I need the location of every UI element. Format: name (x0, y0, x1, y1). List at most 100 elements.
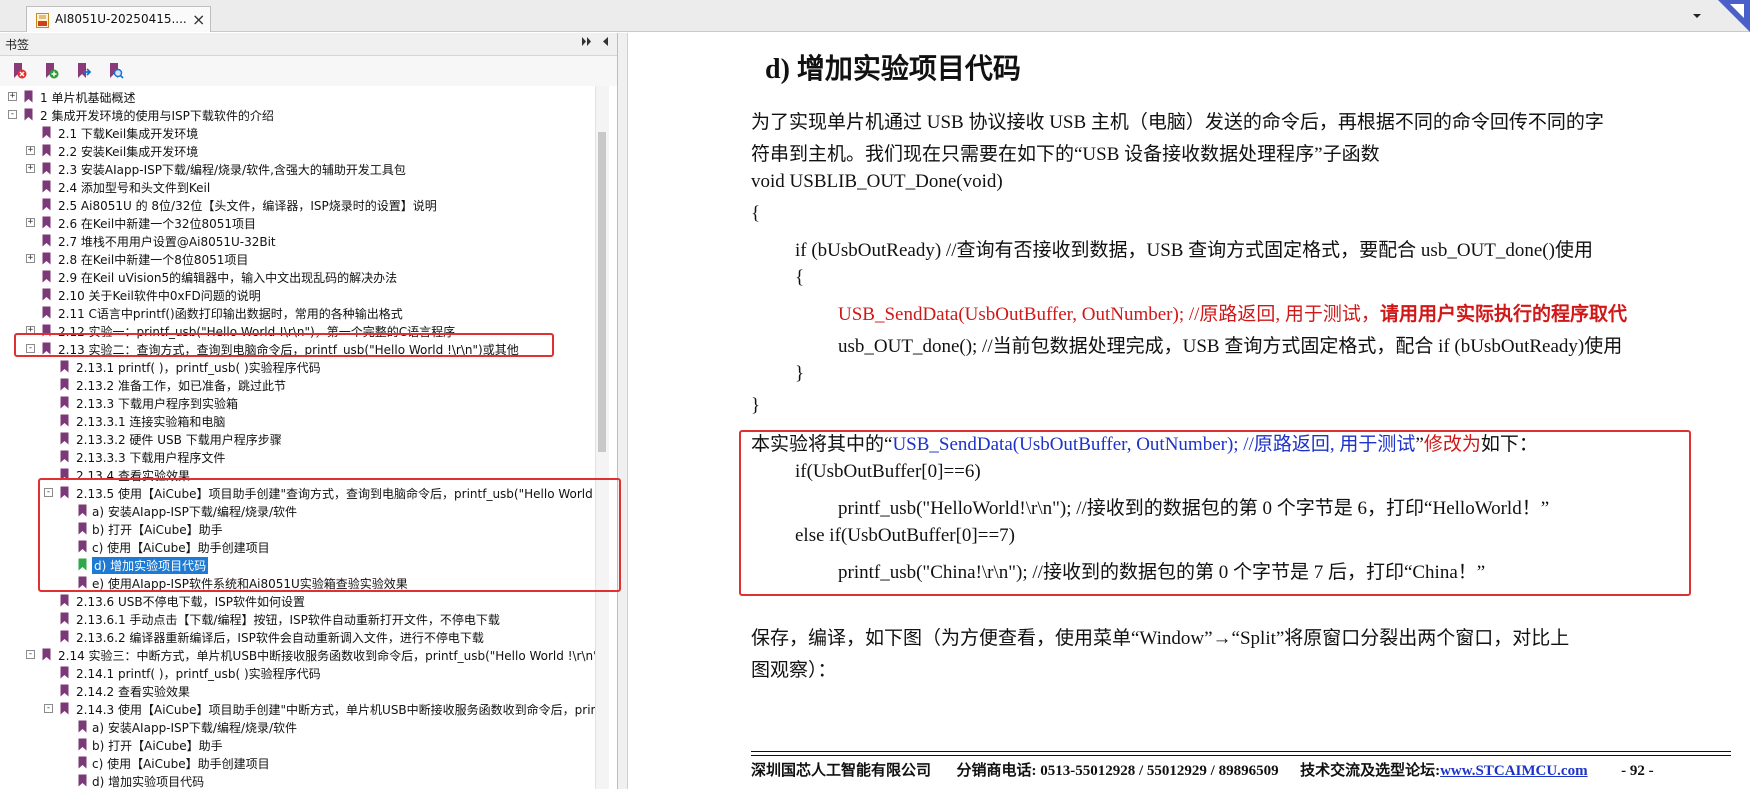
tree-scrollbar[interactable] (595, 86, 609, 789)
bookmark-item[interactable]: c) 使用【AiCube】助手创建项目 (0, 538, 600, 556)
bookmark-item[interactable]: 2.13.6 USB不停电下载，ISP软件如何设置 (0, 592, 600, 610)
bookmark-label[interactable]: c) 使用【AiCube】助手创建项目 (92, 539, 270, 556)
bookmark-label[interactable]: 2.13.2 准备工作，如已准备，跳过此节 (76, 377, 286, 394)
find-bookmark-icon[interactable] (106, 62, 124, 80)
bookmark-item[interactable]: - 2.14 实验三：中断方式，单片机USB中断接收服务函数收到命令后，print… (0, 646, 603, 664)
bookmark-label[interactable]: c) 使用【AiCube】助手创建项目 (92, 755, 270, 772)
bookmark-item[interactable]: 2.5 Ai8051U 的 8位/32位【头文件，编译器，ISP烧录时的设置】说… (0, 196, 600, 214)
expand-toggle[interactable]: + (8, 92, 17, 101)
bookmark-item[interactable]: 2.13.3.3 下载用户程序文件 (0, 448, 600, 466)
expand-toggle[interactable]: + (26, 326, 35, 335)
pane-splitter[interactable] (618, 33, 628, 789)
bookmark-label[interactable]: e) 使用AIapp-ISP软件系统和Ai8051U实验箱查验实验效果 (92, 575, 408, 592)
bookmark-label[interactable]: 1 单片机基础概述 (40, 89, 135, 106)
bookmark-item[interactable]: b) 打开【AiCube】助手 (0, 520, 600, 538)
bookmark-item[interactable]: 2.13.4 查看实验效果 (0, 466, 600, 484)
bookmark-item[interactable]: 2.13.2 准备工作，如已准备，跳过此节 (0, 376, 600, 394)
bookmark-item[interactable]: a) 安装AIapp-ISP下载/编程/烧录/软件 (0, 718, 600, 736)
bookmark-label[interactable]: 2.13.5 使用【AiCube】项目助手创建"查询方式，查询到电脑命令后，pr… (76, 485, 605, 502)
bookmark-label[interactable]: 2.14.2 查看实验效果 (76, 683, 190, 700)
bookmark-label[interactable]: 2.1 下载Keil集成开发环境 (58, 125, 198, 142)
bookmark-item[interactable]: 2.13.6.2 编译器重新编译后，ISP软件会自动重新调入文件，进行不停电下载 (0, 628, 600, 646)
bookmark-item[interactable]: e) 使用AIapp-ISP软件系统和Ai8051U实验箱查验实验效果 (0, 574, 600, 592)
bookmark-item[interactable]: 2.13.3.1 连接实验箱和电脑 (0, 412, 600, 430)
bookmark-item[interactable]: b) 打开【AiCube】助手 (0, 736, 600, 754)
bookmark-label[interactable]: 2.13.3.3 下载用户程序文件 (76, 449, 225, 466)
bookmark-item[interactable]: - 2.13 实验二：查询方式，查询到电脑命令后，printf_usb("Hell… (0, 340, 600, 358)
bookmark-label[interactable]: d) 增加实验项目代码 (92, 557, 209, 574)
bookmark-label[interactable]: 2.9 在Keil uVision5的编辑器中，输入中文出现乱码的解决办法 (58, 269, 397, 286)
bookmark-label[interactable]: 2.13.3 下载用户程序到实验箱 (76, 395, 238, 412)
bookmark-label[interactable]: a) 安装AIapp-ISP下载/编程/烧录/软件 (92, 503, 297, 520)
bookmark-label[interactable]: d) 增加实验项目代码 (92, 773, 204, 789)
collapse-toggle[interactable]: - (26, 650, 35, 659)
bookmark-label[interactable]: 2 集成开发环境的使用与ISP下载软件的介绍 (40, 107, 274, 124)
corner-page-icon[interactable] (1718, 0, 1750, 32)
bookmark-item[interactable]: 2.13.6.1 手动点击【下载/编程】按钮，ISP软件自动重新打开文件，不停电… (0, 610, 600, 628)
bookmark-label[interactable]: 2.14.1 printf( )，printf_usb( )实验程序代码 (76, 665, 321, 682)
go-to-bookmark-icon[interactable] (74, 62, 92, 80)
bookmark-label[interactable]: 2.13.6.2 编译器重新编译后，ISP软件会自动重新调入文件，进行不停电下载 (76, 629, 484, 646)
collapse-toggle[interactable]: - (8, 110, 17, 119)
collapse-toggle[interactable]: - (44, 488, 53, 497)
bookmark-item[interactable]: - 2.14.3 使用【AiCube】项目助手创建"中断方式，单片机USB中断接收… (0, 700, 600, 718)
bookmark-label[interactable]: a) 安装AIapp-ISP下载/编程/烧录/软件 (92, 719, 297, 736)
bookmark-item[interactable]: +2.6 在Keil中新建一个32位8051项目 (0, 214, 600, 232)
expand-toggle[interactable]: + (26, 146, 35, 155)
collapse-toggle[interactable]: - (44, 704, 53, 713)
bookmark-item[interactable]: 2.1 下载Keil集成开发环境 (0, 124, 600, 142)
bookmark-item[interactable]: 2.11 C语言中printf()函数打印输出数据时，常用的各种输出格式 (0, 304, 600, 322)
document-tab[interactable]: AI8051U-20250415.... × (26, 6, 211, 32)
bookmark-item[interactable]: 2.13.3.2 硬件 USB 下载用户程序步骤 (0, 430, 600, 448)
chevron-down-icon[interactable] (1690, 9, 1704, 23)
expand-toggle[interactable]: + (26, 218, 35, 227)
bookmark-label[interactable]: 2.13.6.1 手动点击【下载/编程】按钮，ISP软件自动重新打开文件，不停电… (76, 611, 500, 628)
bookmark-label[interactable]: 2.14.3 使用【AiCube】项目助手创建"中断方式，单片机USB中断接收服… (76, 701, 598, 718)
bookmark-item[interactable]: c) 使用【AiCube】助手创建项目 (0, 754, 600, 772)
bookmark-item[interactable]: - 2.13.5 使用【AiCube】项目助手创建"查询方式，查询到电脑命令后，p… (0, 484, 605, 502)
footer-forum-link[interactable]: www.STCAIMCU.com (1440, 763, 1588, 779)
bookmark-item[interactable]: d) 增加实验项目代码 (0, 772, 600, 789)
expand-toggle[interactable]: + (26, 164, 35, 173)
bookmark-item[interactable]: 2.13.3 下载用户程序到实验箱 (0, 394, 600, 412)
bookmark-item[interactable]: +2.8 在Keil中新建一个8位8051项目 (0, 250, 600, 268)
collapse-toggle[interactable]: - (26, 344, 35, 353)
delete-bookmark-icon[interactable] (10, 62, 28, 80)
bookmark-label[interactable]: 2.11 C语言中printf()函数打印输出数据时，常用的各种输出格式 (58, 305, 403, 322)
bookmark-item[interactable]: 2.10 关于Keil软件中0xFD问题的说明 (0, 286, 600, 304)
bookmark-label[interactable]: 2.2 安装Keil集成开发环境 (58, 143, 198, 160)
bookmark-item[interactable]: 2.13.1 printf( )，printf_usb( )实验程序代码 (0, 358, 600, 376)
bookmark-label[interactable]: 2.13.3.1 连接实验箱和电脑 (76, 413, 225, 430)
expand-pane-icon[interactable] (581, 36, 592, 47)
tab-close-button[interactable]: × (192, 10, 205, 29)
bookmark-item[interactable]: 2.4 添加型号和头文件到Keil (0, 178, 600, 196)
bookmark-item[interactable]: d) 增加实验项目代码 (0, 556, 600, 574)
bookmark-item[interactable]: +1 单片机基础概述 (0, 88, 600, 106)
bookmark-label[interactable]: 2.5 Ai8051U 的 8位/32位【头文件，编译器，ISP烧录时的设置】说… (58, 197, 437, 214)
bookmark-label[interactable]: 2.13.6 USB不停电下载，ISP软件如何设置 (76, 593, 305, 610)
bookmark-label[interactable]: 2.13 实验二：查询方式，查询到电脑命令后，printf_usb("Hello… (58, 341, 519, 358)
bookmark-item[interactable]: +2.12 实验一：printf_usb("Hello World !\r\n"… (0, 322, 600, 340)
bookmark-item[interactable]: - 2 集成开发环境的使用与ISP下载软件的介绍 (0, 106, 600, 124)
collapse-pane-icon[interactable] (600, 36, 611, 47)
bookmark-item[interactable]: 2.9 在Keil uVision5的编辑器中，输入中文出现乱码的解决办法 (0, 268, 600, 286)
bookmark-item[interactable]: 2.7 堆栈不用用户设置@Ai8051U-32Bit (0, 232, 600, 250)
bookmark-label[interactable]: 2.14 实验三：中断方式，单片机USB中断接收服务函数收到命令后，printf… (58, 647, 603, 664)
bookmark-item[interactable]: a) 安装AIapp-ISP下载/编程/烧录/软件 (0, 502, 600, 520)
bookmark-label[interactable]: b) 打开【AiCube】助手 (92, 737, 223, 754)
add-bookmark-icon[interactable] (42, 62, 60, 80)
bookmark-label[interactable]: 2.4 添加型号和头文件到Keil (58, 179, 210, 196)
bookmark-item[interactable]: +2.2 安装Keil集成开发环境 (0, 142, 600, 160)
bookmark-label[interactable]: 2.8 在Keil中新建一个8位8051项目 (58, 251, 248, 268)
bookmark-label[interactable]: 2.6 在Keil中新建一个32位8051项目 (58, 215, 256, 232)
bookmark-item[interactable]: 2.14.2 查看实验效果 (0, 682, 600, 700)
bookmark-label[interactable]: 2.12 实验一：printf_usb("Hello World !\r\n")… (58, 323, 455, 340)
bookmark-label[interactable]: 2.13.1 printf( )，printf_usb( )实验程序代码 (76, 359, 321, 376)
bookmark-label[interactable]: b) 打开【AiCube】助手 (92, 521, 223, 538)
bookmark-label[interactable]: 2.7 堆栈不用用户设置@Ai8051U-32Bit (58, 233, 276, 250)
bookmark-item[interactable]: 2.14.1 printf( )，printf_usb( )实验程序代码 (0, 664, 600, 682)
bookmark-label[interactable]: 2.13.4 查看实验效果 (76, 467, 190, 484)
expand-toggle[interactable]: + (26, 254, 35, 263)
bookmark-label[interactable]: 2.10 关于Keil软件中0xFD问题的说明 (58, 287, 261, 304)
bookmark-label[interactable]: 2.3 安装AIapp-ISP下载/编程/烧录/软件,含强大的辅助开发工具包 (58, 161, 406, 178)
